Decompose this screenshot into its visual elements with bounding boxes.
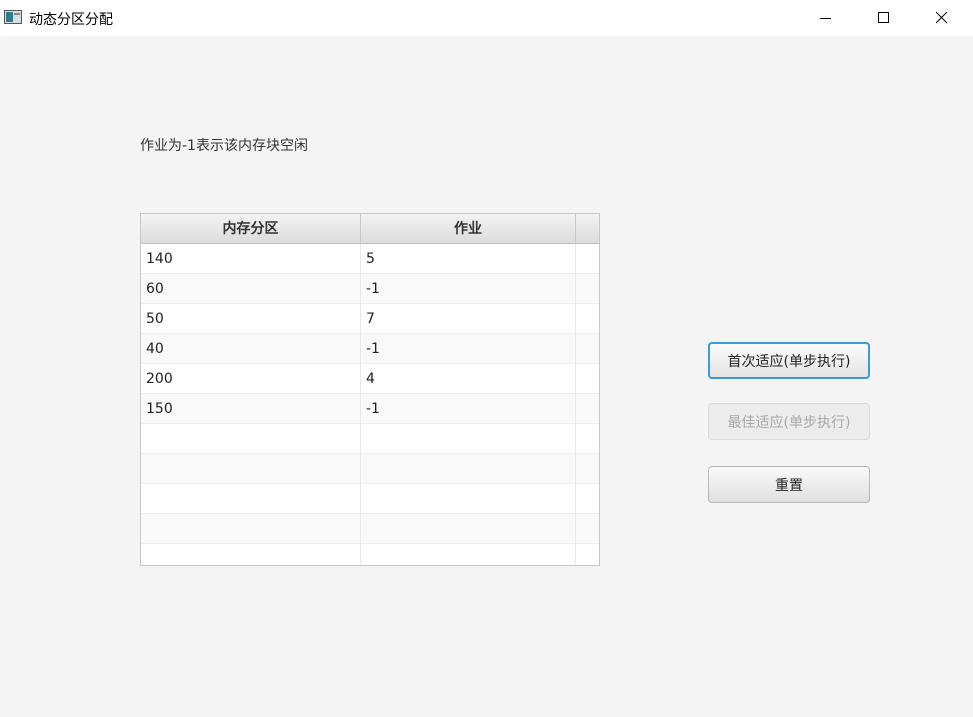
free-block-hint: 作业为-1表示该内存块空闲	[140, 138, 308, 154]
column-header-filler	[576, 214, 599, 244]
table-body: 140 5 60 -1 50 7 40 -1 200 4 150 -1	[141, 244, 599, 565]
reset-button[interactable]: 重置	[708, 466, 870, 503]
cell-partition-size: 200	[141, 364, 361, 394]
cell-partition-size: 60	[141, 274, 361, 304]
cell-job: 5	[361, 244, 576, 274]
maximize-icon	[878, 12, 889, 23]
cell-job	[361, 544, 576, 565]
cell-partition-size	[141, 484, 361, 514]
cell-filler	[576, 484, 599, 514]
partition-table[interactable]: 内存分区 作业 140 5 60 -1 50 7 40 -1 200 4 150 -1	[140, 213, 600, 566]
cell-job	[361, 484, 576, 514]
cell-partition-size: 40	[141, 334, 361, 364]
cell-job: -1	[361, 394, 576, 424]
first-fit-step-button[interactable]: 首次适应(单步执行)	[708, 342, 870, 379]
close-button[interactable]	[913, 0, 971, 36]
cell-filler	[576, 334, 599, 364]
cell-filler	[576, 514, 599, 544]
table-header: 内存分区 作业	[141, 214, 599, 244]
minimize-icon	[820, 18, 831, 19]
table-row[interactable]	[141, 544, 599, 565]
table-row[interactable]: 60 -1	[141, 274, 599, 304]
cell-job	[361, 454, 576, 484]
cell-filler	[576, 544, 599, 565]
table-row[interactable]: 150 -1	[141, 394, 599, 424]
cell-job: -1	[361, 334, 576, 364]
cell-partition-size	[141, 544, 361, 565]
cell-filler	[576, 394, 599, 424]
column-header-job[interactable]: 作业	[361, 214, 576, 244]
cell-partition-size	[141, 454, 361, 484]
table-row[interactable]	[141, 514, 599, 544]
table-row[interactable]: 200 4	[141, 364, 599, 394]
table-row[interactable]: 40 -1	[141, 334, 599, 364]
cell-job: -1	[361, 274, 576, 304]
cell-filler	[576, 244, 599, 274]
window-title: 动态分区分配	[29, 12, 113, 28]
maximize-button[interactable]	[855, 0, 913, 36]
cell-filler	[576, 454, 599, 484]
cell-filler	[576, 274, 599, 304]
cell-filler	[576, 364, 599, 394]
table-row[interactable]: 50 7	[141, 304, 599, 334]
cell-job	[361, 424, 576, 454]
table-row[interactable]	[141, 484, 599, 514]
cell-job	[361, 514, 576, 544]
app-icon	[4, 10, 22, 24]
cell-job: 4	[361, 364, 576, 394]
column-header-partition[interactable]: 内存分区	[141, 214, 361, 244]
cell-filler	[576, 304, 599, 334]
best-fit-step-button[interactable]: 最佳适应(单步执行)	[708, 403, 870, 440]
table-row[interactable]	[141, 424, 599, 454]
table-row[interactable]	[141, 454, 599, 484]
cell-partition-size: 140	[141, 244, 361, 274]
cell-partition-size	[141, 514, 361, 544]
cell-filler	[576, 424, 599, 454]
cell-partition-size	[141, 424, 361, 454]
title-bar: 动态分区分配	[0, 0, 973, 36]
cell-partition-size: 50	[141, 304, 361, 334]
minimize-button[interactable]	[797, 0, 855, 36]
cell-job: 7	[361, 304, 576, 334]
close-icon	[936, 12, 948, 24]
cell-partition-size: 150	[141, 394, 361, 424]
table-row[interactable]: 140 5	[141, 244, 599, 274]
